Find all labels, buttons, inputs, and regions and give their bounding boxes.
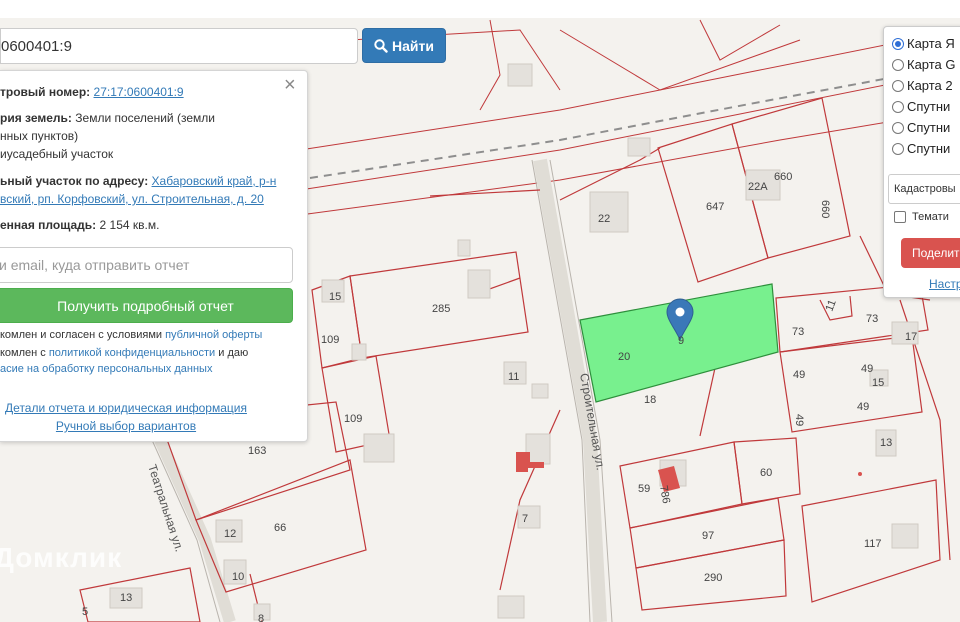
parcel-info-panel: × тровый номер: 27:17:0600401:9 рия земе… xyxy=(0,70,308,442)
share-button[interactable]: Поделит xyxy=(901,238,960,268)
parcel-number-label: 285 xyxy=(432,303,450,315)
radio-button[interactable] xyxy=(892,100,904,113)
parcel-number-label: 660 xyxy=(774,171,792,183)
radio-button[interactable] xyxy=(892,121,904,134)
address-link-1[interactable]: Хабаровский край, р-н xyxy=(152,174,277,188)
layer-option-label: Спутни xyxy=(907,120,951,135)
address-row: ьный участок по адресу: Хабаровский край… xyxy=(0,172,276,190)
layer-option[interactable]: Спутни xyxy=(892,141,950,156)
category-label: рия земель: xyxy=(0,111,72,125)
cadastral-row: тровый номер: 27:17:0600401:9 xyxy=(0,83,184,101)
consent-text-2b: и даю xyxy=(215,347,249,359)
parcel-number-label: 59 xyxy=(638,483,650,495)
area-value: 2 154 кв.м. xyxy=(99,218,160,232)
address-row-2: вский, рп. Корфовский, ул. Строительная,… xyxy=(0,190,264,208)
parcel-number-label: 660 xyxy=(819,200,831,218)
parcel-number-label: 117 xyxy=(864,538,882,550)
parcel-number-label: 13 xyxy=(880,437,892,449)
report-details-link[interactable]: Детали отчета и юридическая информация xyxy=(0,401,252,415)
consent-text-2: комлен с xyxy=(0,347,49,359)
category-cont: нных пунктов) xyxy=(0,129,79,143)
parcel-number-label: 11 xyxy=(508,371,519,383)
layer-option[interactable]: Карта G xyxy=(892,57,956,72)
parcel-number-label: 109 xyxy=(344,413,362,425)
consent-line-3: асие на обработку персональных данных xyxy=(0,360,212,378)
offer-link[interactable]: публичной оферты xyxy=(165,329,262,341)
parcel-number-label: 9 xyxy=(678,335,684,347)
parcel-number-label: 22 xyxy=(598,213,610,225)
parcel-number-label: 22А xyxy=(748,181,768,193)
search-button-label: Найти xyxy=(392,37,434,54)
parcel-number-label: 97 xyxy=(702,530,714,542)
layer-option[interactable]: Спутни xyxy=(892,99,950,114)
search-input[interactable] xyxy=(0,28,358,64)
radio-button[interactable] xyxy=(892,79,904,92)
category-row: рия земель: Земли поселений (земли xyxy=(0,109,215,127)
parcel-number-label: 20 xyxy=(618,351,630,363)
layer-option-label: Карта 2 xyxy=(907,78,953,93)
thematic-checkbox[interactable] xyxy=(894,211,906,223)
parcel-number-label: 109 xyxy=(321,334,339,346)
parcel-number-label: 5 xyxy=(82,606,88,618)
parcel-number-label: 8 xyxy=(258,613,264,622)
thematic-label: Темати xyxy=(912,211,949,223)
consent-line-1: комлен и согласен с условиями публичной … xyxy=(0,326,262,344)
search-icon xyxy=(374,38,388,53)
close-icon[interactable]: × xyxy=(284,75,296,95)
privacy-policy-link[interactable]: политикой конфиденциальности xyxy=(49,347,215,359)
personal-data-link[interactable]: асие на обработку персональных данных xyxy=(0,363,212,375)
consent-text-1: комлен и согласен с условиями xyxy=(0,329,166,341)
parcel-number-label: 66 xyxy=(274,522,286,534)
radio-button[interactable] xyxy=(892,142,904,155)
layer-option[interactable]: Карта Я xyxy=(892,36,955,51)
address-label: ьный участок по адресу: xyxy=(0,174,149,188)
cadastral-number-link[interactable]: 27:17:0600401:9 xyxy=(94,85,184,99)
layer-option-label: Карта Я xyxy=(907,36,955,51)
parcel-number-label: 49 xyxy=(793,414,805,426)
parcel-number-label: 49 xyxy=(861,363,873,375)
address-link-2[interactable]: вский, рп. Корфовский, ул. Строительная,… xyxy=(0,192,264,206)
top-strip xyxy=(0,0,960,18)
parcel-number-label: 49 xyxy=(857,401,869,413)
layer-option-label: Спутни xyxy=(907,141,951,156)
search-button[interactable]: Найти xyxy=(362,28,446,63)
radio-button[interactable] xyxy=(892,58,904,71)
parcel-number-label: 13 xyxy=(120,592,132,604)
parcel-number-label: 163 xyxy=(248,445,266,457)
parcel-number-label: 15 xyxy=(329,291,341,303)
parcel-number-label: 60 xyxy=(760,467,772,479)
parcel-number-label: 12 xyxy=(224,528,236,540)
parcel-number-label: 49 xyxy=(793,369,805,381)
parcel-number-label: 15 xyxy=(872,377,884,389)
area-label: енная площадь: xyxy=(0,218,97,232)
parcel-number-label: 73 xyxy=(866,313,878,325)
parcel-number-label: 17 xyxy=(905,331,917,343)
settings-link[interactable]: Настр xyxy=(929,277,960,291)
parcel-number-label: 10 xyxy=(232,571,244,583)
parcel-number-label: 290 xyxy=(704,572,722,584)
cadastral-label: тровый номер: xyxy=(0,85,91,99)
cadastral-layer-select[interactable]: Кадастровы xyxy=(888,174,960,204)
usage-value: иусадебный участок xyxy=(0,147,114,161)
layer-option[interactable]: Спутни xyxy=(892,120,950,135)
domclick-watermark: Домклик xyxy=(0,542,123,573)
layer-option-label: Спутни xyxy=(907,99,951,114)
map-layers-panel: Карта Я Карта G Карта 2 Спутни Спутни Спутни … xyxy=(883,26,960,298)
thematic-checkbox-row[interactable]: Темати xyxy=(894,211,949,223)
get-report-button[interactable]: Получить подробный отчет xyxy=(0,288,293,323)
area-row: енная площадь: 2 154 кв.м. xyxy=(0,216,159,234)
manual-selection-link[interactable]: Ручной выбор вариантов xyxy=(0,419,252,433)
parcel-number-label: 18 xyxy=(644,394,656,406)
category-value: Земли поселений (земли xyxy=(75,111,215,125)
radio-button[interactable] xyxy=(892,37,904,50)
parcel-number-label: 647 xyxy=(706,201,724,213)
email-field[interactable] xyxy=(0,247,293,283)
parcel-number-label: 73 xyxy=(792,326,804,338)
layer-option-label: Карта G xyxy=(907,57,956,72)
parcel-number-label: 7 xyxy=(522,513,528,525)
layer-option[interactable]: Карта 2 xyxy=(892,78,953,93)
